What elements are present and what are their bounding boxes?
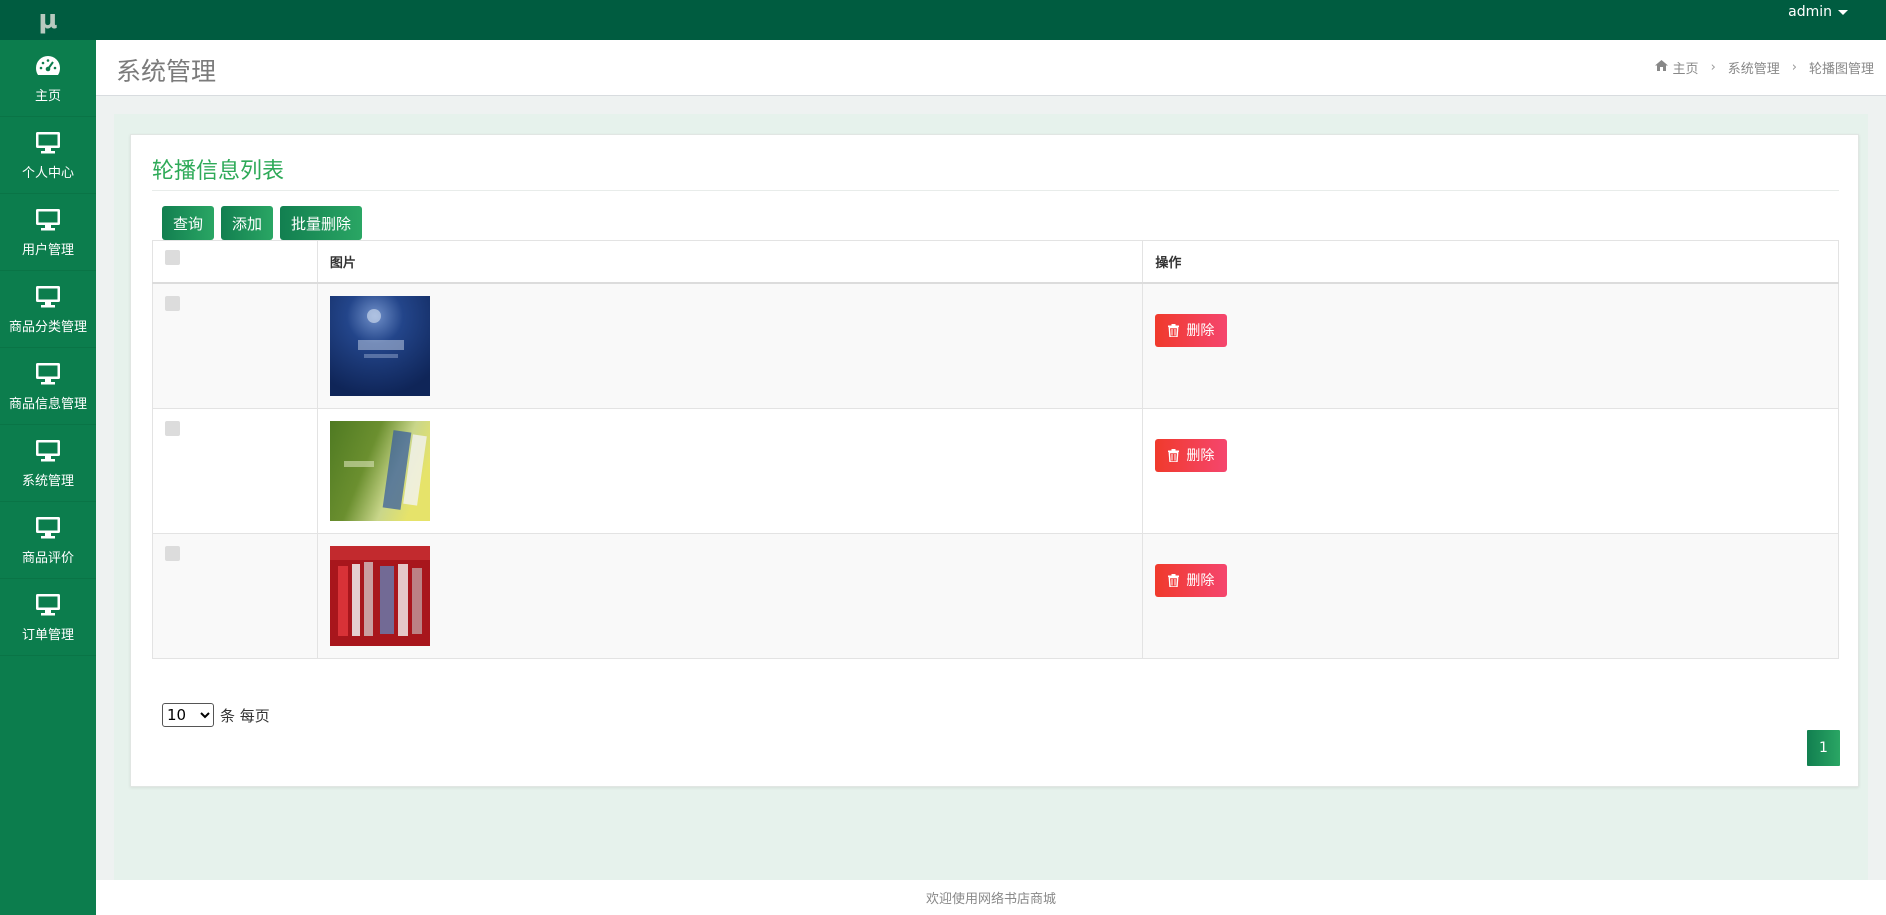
monitor-icon: [34, 592, 62, 618]
monitor-icon: [34, 207, 62, 233]
row-checkbox[interactable]: [165, 295, 180, 311]
monitor-icon: [34, 361, 62, 387]
actions-cell: 删除: [1142, 282, 1839, 409]
sidebar-item-label: 主页: [34, 88, 61, 104]
banner-thumbnail[interactable]: [329, 420, 430, 521]
table-header-row: 图片 操作: [152, 240, 1839, 284]
chevron-right-icon: ›: [1791, 60, 1797, 75]
row-checkbox[interactable]: [165, 545, 180, 561]
banner-table: 图片 操作 删除 删除 删除: [152, 240, 1839, 659]
chevron-right-icon: ›: [1710, 60, 1716, 75]
page-title: 系统管理: [116, 57, 217, 86]
sidebar-item-reviews[interactable]: 商品评价: [0, 502, 96, 579]
query-button[interactable]: 查询: [162, 206, 215, 240]
delete-label: 删除: [1186, 448, 1215, 464]
dashboard-icon: [34, 53, 62, 79]
breadcrumb: 主页 › 系统管理 › 轮播图管理: [1654, 58, 1874, 77]
delete-button[interactable]: 删除: [1155, 438, 1228, 472]
select-all-checkbox[interactable]: [165, 249, 180, 265]
page-button-current[interactable]: 1: [1807, 730, 1840, 766]
sidebar-item-label: 系统管理: [21, 473, 74, 489]
divider: [152, 190, 1839, 191]
panel-title: 轮播信息列表: [152, 159, 285, 184]
trash-icon: [1168, 323, 1180, 337]
brand-logo[interactable]: μ: [0, 0, 96, 40]
image-cell: [316, 532, 1144, 659]
sidebar-item-products[interactable]: 商品信息管理: [0, 348, 96, 425]
table-row: 删除: [152, 282, 1839, 409]
row-select-cell: [152, 282, 318, 409]
sidebar-item-label: 商品信息管理: [8, 396, 87, 412]
sidebar-item-home[interactable]: 主页: [0, 40, 96, 117]
sidebar-item-categories[interactable]: 商品分类管理: [0, 271, 96, 348]
monitor-icon: [34, 284, 62, 310]
sidebar-item-label: 商品评价: [21, 550, 74, 566]
caret-down-icon: [1838, 9, 1848, 15]
table-row: 删除: [152, 532, 1839, 659]
batch-delete-button[interactable]: 批量删除: [280, 206, 363, 240]
breadcrumb-item-system[interactable]: 系统管理: [1728, 58, 1780, 77]
user-name: admin: [1788, 4, 1832, 20]
column-header-image: 图片: [316, 240, 1144, 284]
select-all-cell: [152, 240, 318, 284]
toolbar: 查询 添加 批量删除: [162, 206, 363, 240]
banner-thumbnail[interactable]: [329, 295, 430, 396]
monitor-icon: [34, 438, 62, 464]
breadcrumb-item-home[interactable]: 主页: [1673, 58, 1699, 77]
banner-thumbnail[interactable]: [329, 545, 430, 646]
top-bar: μ admin: [0, 0, 1886, 40]
actions-cell: 删除: [1142, 532, 1839, 659]
content-area: 轮播信息列表 查询 添加 批量删除 图片 操作 删除 删除 删除 10 条 每页…: [96, 96, 1886, 880]
sidebar-item-orders[interactable]: 订单管理: [0, 579, 96, 656]
trash-icon: [1168, 448, 1180, 462]
add-button[interactable]: 添加: [221, 206, 274, 240]
sidebar: 主页 个人中心 用户管理 商品分类管理 商品信息管理 系统管理 商品评价 订单管…: [0, 40, 96, 915]
user-menu[interactable]: admin: [1788, 4, 1848, 20]
monitor-icon: [34, 515, 62, 541]
row-select-cell: [152, 407, 318, 534]
column-header-actions: 操作: [1142, 240, 1839, 284]
actions-cell: 删除: [1142, 407, 1839, 534]
row-select-cell: [152, 532, 318, 659]
sidebar-item-label: 订单管理: [21, 627, 74, 643]
sidebar-item-label: 个人中心: [21, 165, 74, 181]
delete-button[interactable]: 删除: [1155, 563, 1228, 597]
list-panel: 轮播信息列表 查询 添加 批量删除 图片 操作 删除 删除 删除 10 条 每页…: [130, 134, 1859, 787]
monitor-icon: [34, 130, 62, 156]
sidebar-item-label: 商品分类管理: [8, 319, 87, 335]
sidebar-item-profile[interactable]: 个人中心: [0, 117, 96, 194]
table-row: 删除: [152, 407, 1839, 534]
per-page-label: 条 每页: [220, 706, 270, 725]
image-cell: [316, 407, 1144, 534]
delete-button[interactable]: 删除: [1155, 313, 1228, 347]
image-cell: [316, 282, 1144, 409]
footer: 欢迎使用网络书店商城: [96, 880, 1886, 915]
page-header: 系统管理 主页 › 系统管理 › 轮播图管理: [96, 40, 1886, 96]
page-size-select[interactable]: 10 20 50: [162, 703, 214, 727]
home-icon: [1654, 60, 1668, 75]
sidebar-item-system[interactable]: 系统管理: [0, 425, 96, 502]
page-size-control: 10 20 50 条 每页: [162, 703, 270, 727]
breadcrumb-item-current: 轮播图管理: [1808, 62, 1874, 77]
delete-label: 删除: [1186, 573, 1215, 589]
footer-text: 欢迎使用网络书店商城: [925, 892, 1056, 907]
sidebar-item-users[interactable]: 用户管理: [0, 194, 96, 271]
content-background: 轮播信息列表 查询 添加 批量删除 图片 操作 删除 删除 删除 10 条 每页…: [114, 114, 1868, 880]
sidebar-item-label: 用户管理: [21, 242, 74, 258]
delete-label: 删除: [1186, 323, 1215, 339]
row-checkbox[interactable]: [165, 420, 180, 436]
trash-icon: [1168, 573, 1180, 587]
